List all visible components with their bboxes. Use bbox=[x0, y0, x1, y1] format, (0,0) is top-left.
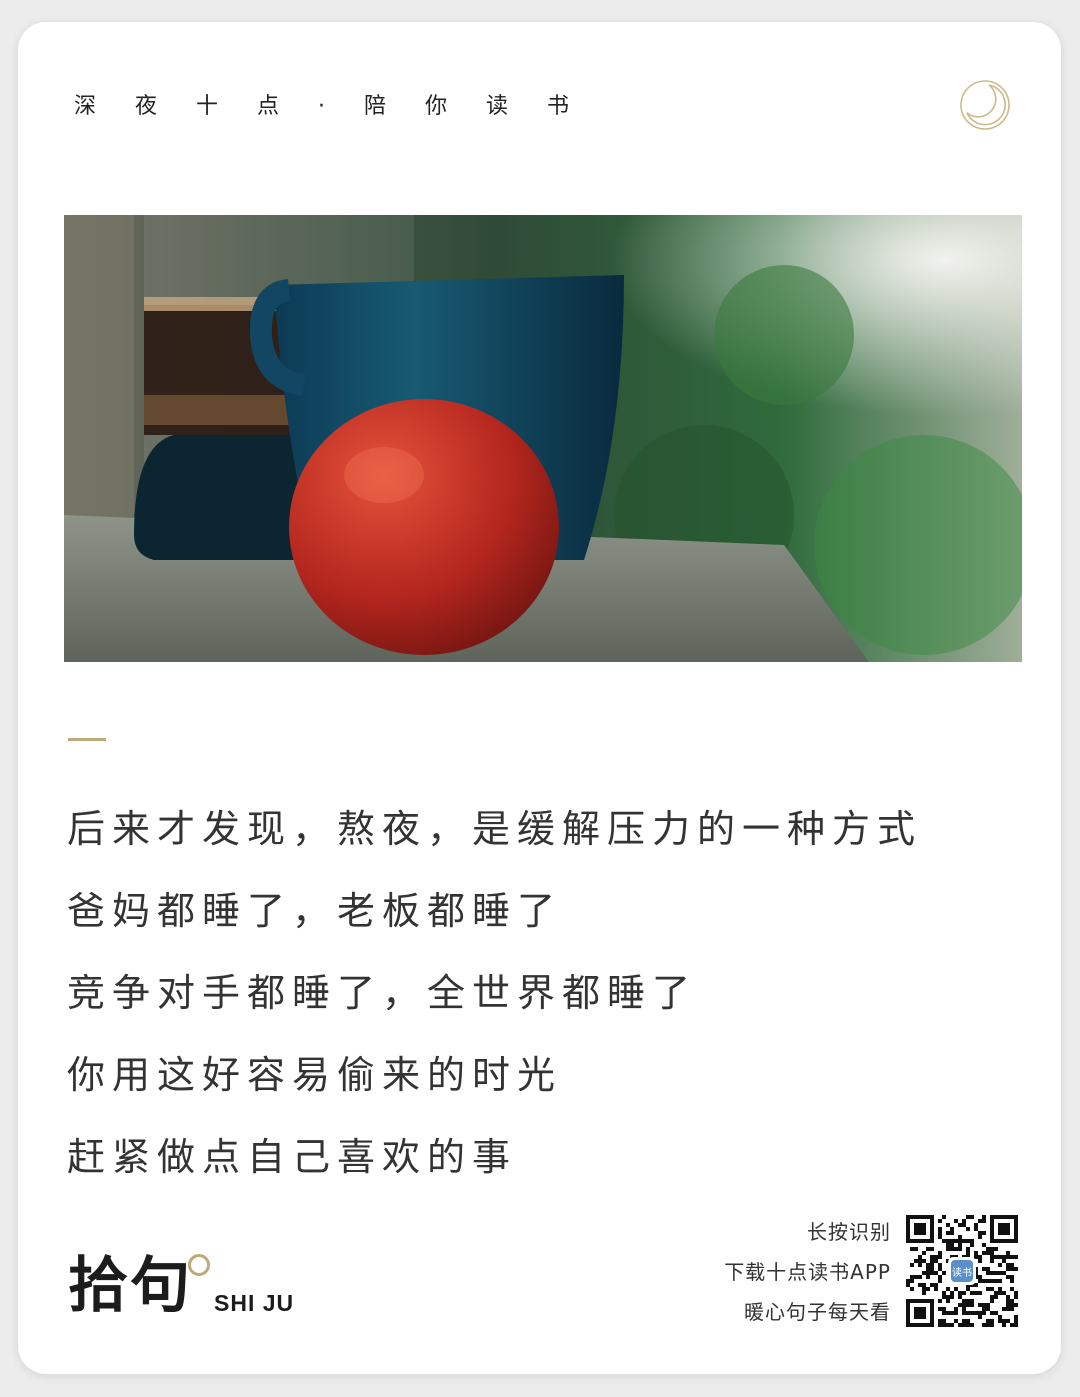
qr-caption-line: 暖心句子每天看 bbox=[744, 1300, 891, 1324]
shiju-logo: 拾句 SHI JU bbox=[68, 1250, 328, 1330]
crescent-moon-icon bbox=[960, 80, 1010, 130]
qr-caption-line: 长按识别 bbox=[807, 1220, 891, 1244]
logo-ring-icon bbox=[188, 1254, 210, 1276]
quote-line: 你用这好容易偷来的时光 bbox=[67, 1053, 563, 1097]
quote-line: 后来才发现，熬夜，是缓解压力的一种方式 bbox=[67, 807, 923, 851]
quote-line: 爸妈都睡了，老板都睡了 bbox=[67, 889, 563, 933]
hero-photo bbox=[64, 215, 1022, 662]
qr-caption: 长按识别 下载十点读书APP 暖心句子每天看 bbox=[724, 1212, 891, 1332]
accent-divider bbox=[68, 738, 106, 741]
quote-line: 赶紧做点自己喜欢的事 bbox=[67, 1135, 518, 1179]
quote-text: 后来才发现，熬夜，是缓解压力的一种方式 爸妈都睡了，老板都睡了 竞争对手都睡了，… bbox=[67, 788, 922, 1198]
qr-caption-line: 下载十点读书APP bbox=[724, 1260, 891, 1284]
header-tagline: 深夜十点·陪你读书 bbox=[74, 94, 608, 119]
quote-line: 竞争对手都睡了，全世界都睡了 bbox=[67, 971, 698, 1015]
logo-chinese: 拾句 bbox=[68, 1251, 192, 1321]
qr-center-label: 读书 bbox=[952, 1266, 972, 1279]
qr-code-icon[interactable]: 读书 bbox=[906, 1215, 1018, 1327]
logo-english: SHI JU bbox=[214, 1290, 295, 1316]
quote-card: 深夜十点·陪你读书 后来才发现，熬夜，是缓解压力的一种方式 爸妈都睡了，老板都睡… bbox=[18, 22, 1061, 1374]
